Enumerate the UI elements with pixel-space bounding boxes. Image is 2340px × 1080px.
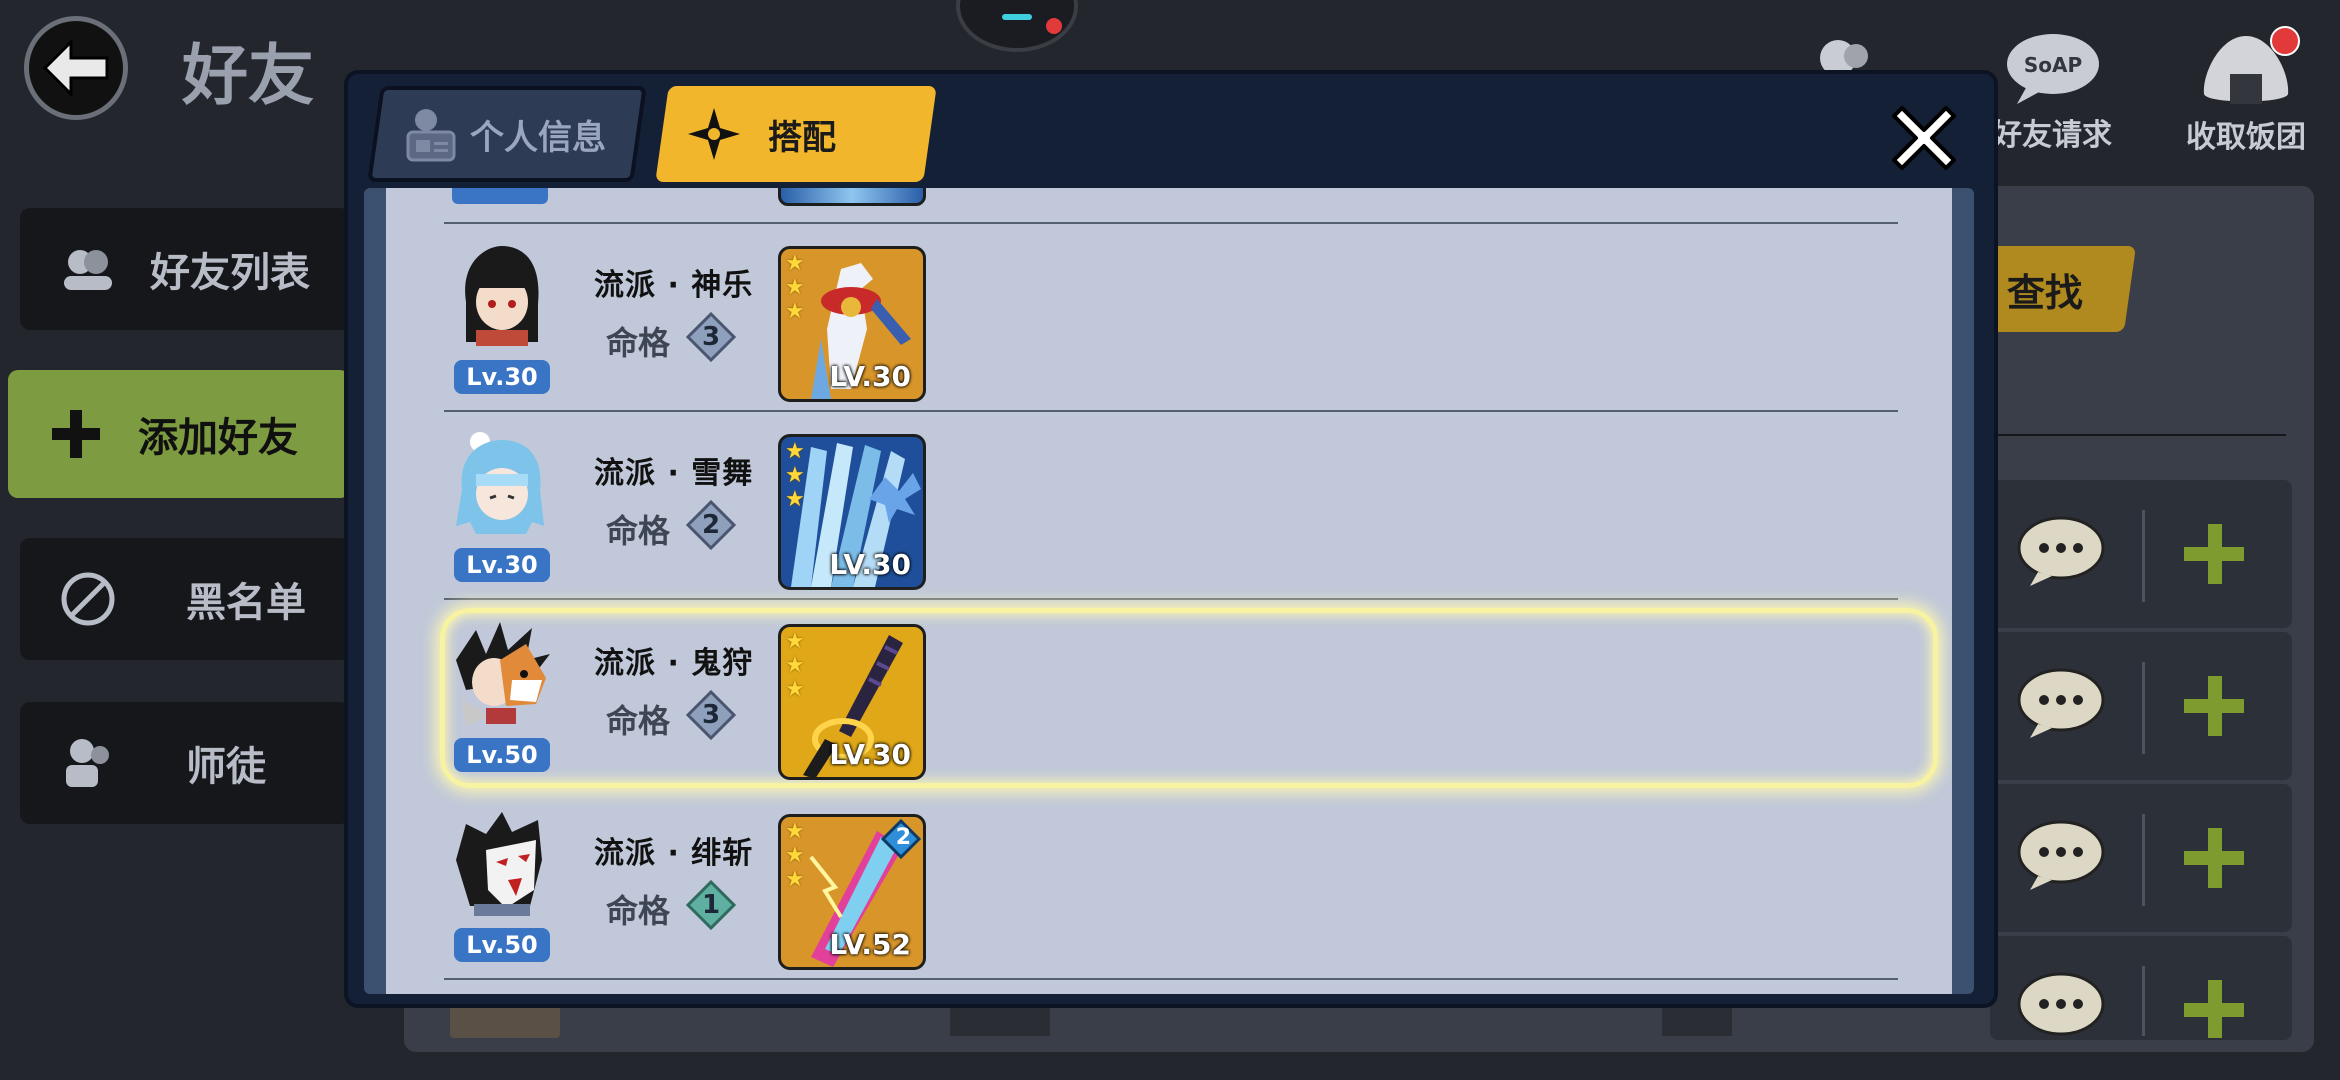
- collect-riceball-button[interactable]: 收取饭团: [2186, 26, 2306, 156]
- rarity-stars: ★ ★ ★: [785, 439, 805, 512]
- sidebar-item-add-friend[interactable]: 添加好友: [8, 370, 350, 498]
- weapon-icon[interactable]: ★ ★ ★ LV.30: [778, 434, 926, 590]
- sidebar-item-mentor[interactable]: 师徒: [20, 702, 350, 824]
- partial-weapon-icon: [778, 188, 926, 206]
- weapon-icon[interactable]: 2 ★ ★ ★ LV.52: [778, 814, 926, 970]
- character-avatar-icon: [456, 432, 544, 534]
- close-icon: [1892, 106, 1956, 170]
- loadout-row-selected[interactable]: Lv.50 流派 · 鬼狩 命格 3 ★ ★ ★ LV.30: [386, 608, 1952, 788]
- soap-speech-icon: SoAP: [2007, 34, 2099, 104]
- fate-value: 3: [701, 322, 721, 352]
- tab-profile-label: 个人信息: [470, 117, 606, 158]
- add-friend-plus-icon[interactable]: [2182, 674, 2246, 738]
- fate-label: 命格: [606, 324, 671, 362]
- friend-request-button[interactable]: SoAP 好友请求: [1992, 30, 2112, 154]
- collect-label: 收取饭团: [2186, 120, 2306, 155]
- add-friend-plus-icon[interactable]: [2182, 978, 2246, 1038]
- loadout-row[interactable]: Lv.30 流派 · 神乐 命格 3 ★ ★ ★ LV.30: [386, 236, 1952, 406]
- notification-dot: [2270, 26, 2300, 56]
- chat-icon[interactable]: [2016, 820, 2106, 892]
- friend-row-actions: [1990, 632, 2292, 780]
- tab-loadout[interactable]: 搭配: [655, 86, 937, 182]
- fate-gem-icon: 2: [685, 499, 737, 551]
- sidebar-item-label: 添加好友: [138, 415, 298, 461]
- level-badge: Lv.30: [454, 360, 550, 394]
- chat-icon[interactable]: [2016, 972, 2106, 1036]
- character-avatar-icon: [456, 812, 542, 916]
- soap-text: SoAP: [2024, 53, 2082, 77]
- level-badge: Lv.50: [454, 928, 550, 962]
- indicator-dot: [1046, 18, 1062, 34]
- sidebar-item-label: 师徒: [186, 744, 266, 790]
- friend-row-actions: [1990, 784, 2292, 932]
- arrow-left-icon: [42, 38, 109, 98]
- weapon-level: LV.30: [829, 548, 911, 581]
- school-label: 流派 · 绯斩: [594, 836, 754, 871]
- loadout-list[interactable]: Lv.30 流派 · 神乐 命格 3 ★ ★ ★ LV.30 Lv.30 流派 …: [364, 188, 1974, 994]
- fate-label: 命格: [606, 892, 671, 930]
- fate-label: 命格: [606, 512, 671, 550]
- partial-avatar: [950, 1000, 1050, 1036]
- chat-icon[interactable]: [2016, 668, 2106, 740]
- panel-divider: [1990, 434, 2286, 436]
- weapon-level: LV.30: [829, 360, 911, 393]
- friend-row-actions: [1990, 936, 2292, 1040]
- character-avatar-icon: [456, 622, 550, 726]
- add-friend-plus-icon[interactable]: [2182, 826, 2246, 890]
- partial-level-badge: [452, 188, 548, 204]
- loadout-row[interactable]: Lv.30 流派 · 雪舞 命格 2 ★ ★ ★ LV.30: [386, 424, 1952, 594]
- sidebar-item-label: 好友列表: [150, 250, 310, 296]
- fate-value: 1: [701, 890, 721, 920]
- weapon-level: LV.52: [829, 928, 911, 961]
- fate-value: 2: [701, 510, 721, 540]
- fate-gem-icon: 3: [685, 689, 737, 741]
- school-label: 流派 · 雪舞: [594, 456, 754, 491]
- tab-loadout-label: 搭配: [768, 117, 836, 158]
- partial-avatar: [450, 1004, 560, 1038]
- chat-icon[interactable]: [2016, 516, 2106, 588]
- fate-value: 3: [701, 700, 721, 730]
- tab-profile-info[interactable]: 个人信息: [367, 86, 647, 182]
- friend-row-actions: [1990, 480, 2292, 628]
- fate-gem-icon: 3: [685, 311, 737, 363]
- fate-label: 命格: [606, 702, 671, 740]
- weapon-icon[interactable]: ★ ★ ★ LV.30: [778, 246, 926, 402]
- weapon-icon[interactable]: ★ ★ ★ LV.30: [778, 624, 926, 780]
- loadout-row[interactable]: Lv.50 流派 · 绯斩 命格 1 2 ★ ★ ★ LV.52: [386, 804, 1952, 974]
- level-badge: Lv.30: [454, 548, 550, 582]
- upgrade-badge-value: 2: [895, 825, 911, 850]
- level-badge: Lv.50: [454, 738, 550, 772]
- add-friend-plus-icon[interactable]: [2182, 522, 2246, 586]
- friends-icon: [56, 237, 120, 301]
- block-icon: [56, 567, 120, 631]
- sidebar-item-friend-list[interactable]: 好友列表: [20, 208, 350, 330]
- rarity-stars: ★ ★ ★: [785, 629, 805, 702]
- mentor-icon: [56, 731, 120, 795]
- school-label: 流派 · 神乐: [594, 268, 754, 303]
- character-avatar-icon: [465, 246, 539, 346]
- sidebar-item-blacklist[interactable]: 黑名单: [20, 538, 350, 660]
- close-button[interactable]: [1882, 96, 1966, 180]
- profile-card-icon: [406, 109, 456, 162]
- plus-icon: [44, 402, 108, 466]
- friend-request-label: 好友请求: [1992, 118, 2112, 153]
- page-title: 好友: [182, 37, 314, 114]
- search-label: 查找: [2006, 270, 2083, 315]
- school-label: 流派 · 鬼狩: [594, 646, 754, 681]
- partial-avatar: [1662, 1000, 1732, 1036]
- rarity-stars: ★ ★ ★: [785, 251, 805, 324]
- rarity-stars: ★ ★ ★: [785, 819, 805, 892]
- back-button[interactable]: [24, 16, 128, 120]
- sidebar-item-label: 黑名单: [186, 580, 306, 626]
- weapon-level: LV.30: [829, 738, 911, 771]
- fate-gem-icon: 1: [685, 879, 737, 931]
- shuriken-icon: [688, 108, 740, 160]
